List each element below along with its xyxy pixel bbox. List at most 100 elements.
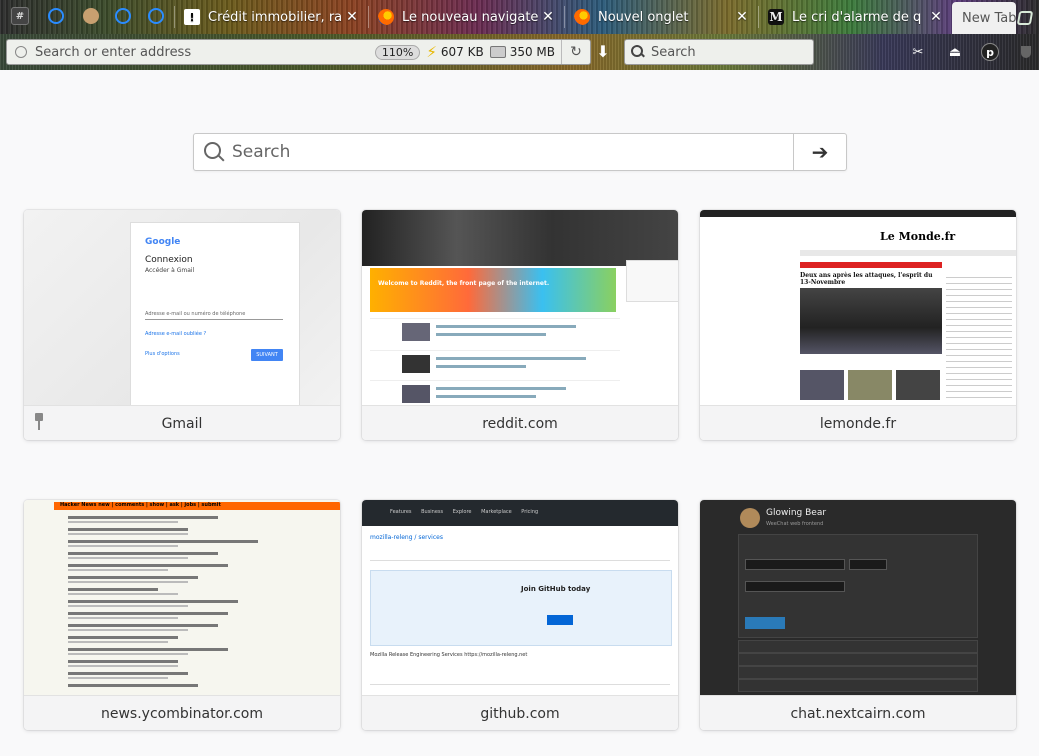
lemonde-thumb — [896, 370, 940, 400]
screenshot-icon[interactable]: ✂ — [908, 42, 928, 62]
lemonde-photo — [800, 288, 942, 354]
tile-thumbnail: Hacker News new | comments | show | ask … — [24, 500, 340, 695]
settings-row — [738, 679, 978, 692]
email-field: Adresse e-mail ou numéro de téléphone — [145, 311, 283, 320]
top-site-tile-lemonde[interactable]: Le Monde.fr Deux ans après les attaques,… — [700, 210, 1016, 440]
pocket-icon[interactable]: p — [980, 42, 1000, 62]
next-button: SUIVANT — [251, 349, 283, 361]
reload-button[interactable]: ↻ — [561, 40, 590, 64]
tile-label: lemonde.fr — [700, 405, 1016, 440]
tab-title: Le nouveau navigate — [402, 9, 539, 25]
repo-title: mozilla-releng / services — [370, 534, 443, 541]
site-info-icon[interactable] — [13, 44, 29, 60]
password-field — [745, 581, 845, 592]
download-manager-icon[interactable]: ⏏ — [945, 42, 965, 62]
search-icon — [202, 140, 226, 164]
page-search-box[interactable]: Search ➔ — [193, 133, 847, 171]
pin-icon[interactable] — [32, 413, 46, 431]
pinned-tab[interactable] — [81, 6, 101, 26]
lemonde-redbar — [800, 262, 942, 268]
pinned-tab[interactable] — [113, 6, 133, 26]
top-site-tile-github[interactable]: Features Business Explore Marketplace Pr… — [362, 500, 678, 730]
pinned-tab[interactable]: # — [10, 6, 30, 26]
new-tab-icon[interactable] — [1016, 9, 1032, 25]
login-card: Google Connexion Accéder à Gmail Adresse… — [130, 222, 300, 405]
nav-bar: Search or enter address 110% ⚡ 607 KB 35… — [0, 34, 1039, 70]
tab-separator — [368, 6, 369, 28]
gb-title: Glowing Bear — [766, 508, 827, 518]
search-input[interactable]: Search — [651, 45, 696, 60]
tile-label: reddit.com — [362, 405, 678, 440]
tile-thumbnail: Glowing Bear WeeChat web frontend — [700, 500, 1016, 695]
close-icon[interactable]: ✕ — [928, 9, 944, 25]
tile-thumbnail: Le Monde.fr Deux ans après les attaques,… — [700, 210, 1016, 405]
join-banner: Join GitHub today — [370, 570, 672, 646]
top-site-tile-hackernews[interactable]: Hacker News new | comments | show | ask … — [24, 500, 340, 730]
repo-description: Mozilla Release Engineering Services htt… — [370, 652, 528, 658]
tab-title: New Tab — [962, 10, 1016, 26]
exclamation-icon: ! — [184, 9, 200, 25]
reddit-post — [370, 318, 620, 345]
search-bar[interactable]: Search — [624, 39, 814, 65]
tab-nouveau-navigateur[interactable]: Le nouveau navigate ✕ — [370, 0, 562, 34]
bear-logo-icon — [740, 508, 760, 528]
top-site-tile-gmail[interactable]: Google Connexion Accéder à Gmail Adresse… — [24, 210, 340, 440]
close-icon[interactable]: ✕ — [734, 9, 750, 25]
tab-le-cri-d-alarme[interactable]: M Le cri d'alarme de q ✕ — [760, 0, 950, 34]
lemonde-thumb — [848, 370, 892, 400]
lightning-icon: ⚡ — [426, 43, 437, 61]
tab-new-tab[interactable]: New Tab — [952, 2, 1016, 34]
zoom-badge[interactable]: 110% — [374, 44, 421, 60]
tab-title: Le cri d'alarme de q — [792, 9, 922, 25]
settings-row — [738, 653, 978, 666]
gb-subtitle: WeeChat web frontend — [766, 521, 824, 527]
more-options-link: Plus d'options — [145, 351, 180, 357]
repo-stats — [370, 684, 670, 695]
tab-separator — [564, 6, 565, 28]
blue-ring-icon — [115, 8, 131, 24]
top-site-tile-reddit[interactable]: Welcome to Reddit, the front page of the… — [362, 210, 678, 440]
top-site-tile-glowingbear[interactable]: Glowing Bear WeeChat web frontend chat.n… — [700, 500, 1016, 730]
lemonde-nav — [800, 250, 1016, 256]
firefox-icon — [574, 9, 590, 25]
tab-separator — [758, 6, 759, 28]
close-icon[interactable]: ✕ — [540, 9, 556, 25]
tile-thumbnail: Features Business Explore Marketplace Pr… — [362, 500, 678, 695]
login-heading: Connexion — [145, 255, 193, 265]
shield-icon[interactable] — [1016, 42, 1036, 62]
tab-title: Crédit immobilier, ra — [208, 9, 343, 25]
search-go-button[interactable]: ➔ — [793, 134, 846, 170]
lemonde-topbar — [700, 210, 1016, 217]
pinned-tab[interactable] — [46, 6, 66, 26]
tile-label: Gmail — [24, 405, 340, 440]
blue-ring-icon — [148, 8, 164, 24]
search-icon — [631, 45, 645, 59]
url-input[interactable]: Search or enter address — [35, 45, 375, 60]
page-search-input[interactable]: Search — [232, 142, 793, 162]
tile-label: chat.nextcairn.com — [700, 695, 1016, 730]
lemonde-headline: Deux ans après les attaques, l'esprit du… — [800, 272, 933, 286]
reddit-sidebar — [626, 260, 678, 302]
memory-readout: 607 KB — [440, 45, 484, 59]
pinned-tab[interactable] — [146, 6, 166, 26]
close-icon[interactable]: ✕ — [344, 9, 360, 25]
tab-nouvel-onglet[interactable]: Nouvel onglet ✕ — [566, 0, 756, 34]
tile-thumbnail: Google Connexion Accéder à Gmail Adresse… — [24, 210, 340, 405]
tile-thumbnail: Welcome to Reddit, the front page of the… — [362, 210, 678, 405]
host-field — [745, 559, 845, 570]
github-nav-text: Features Business Explore Marketplace Pr… — [390, 509, 539, 515]
firefox-icon — [378, 9, 394, 25]
join-title: Join GitHub today — [521, 585, 591, 593]
tile-label: news.ycombinator.com — [24, 695, 340, 730]
new-tab-page: Search ➔ Google Connexion Accéder à Gmai… — [0, 70, 1039, 756]
blue-ring-icon — [48, 8, 64, 24]
download-icon[interactable]: ⬇ — [592, 42, 614, 62]
banner-text: Welcome to Reddit, the front page of the… — [378, 280, 550, 287]
hn-header-text: Hacker News new | comments | show | ask … — [60, 502, 221, 508]
tab-credit-immobilier[interactable]: ! Crédit immobilier, ra ✕ — [176, 0, 366, 34]
reddit-header — [362, 210, 678, 266]
url-bar[interactable]: Search or enter address 110% ⚡ 607 KB 35… — [6, 39, 591, 65]
reddit-banner: Welcome to Reddit, the front page of the… — [370, 268, 616, 312]
tab-strip: # ! Crédit immobilier, ra ✕ Le nouveau n… — [0, 0, 1039, 34]
login-subheading: Accéder à Gmail — [145, 267, 195, 274]
